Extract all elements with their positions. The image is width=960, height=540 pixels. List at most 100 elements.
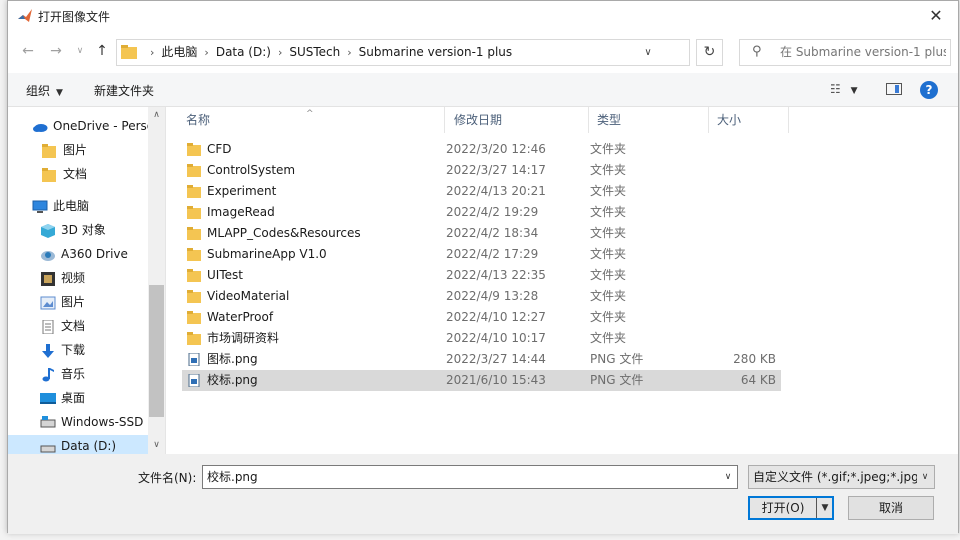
file-row[interactable]: 市场调研资料 2022/4/10 10:17 文件夹	[182, 328, 781, 349]
dialog-title: 打开图像文件	[38, 10, 111, 24]
file-date: 2021/6/10 15:43	[446, 373, 546, 387]
file-row[interactable]: 图标.png 2022/3/27 14:44 PNG 文件 280 KB	[182, 349, 781, 370]
drive-icon	[40, 445, 56, 452]
sidebar-scrollbar[interactable]: ∧ ∨	[148, 107, 165, 454]
sidebar-item-label: Data (D:)	[61, 439, 117, 453]
filename-field[interactable]: 校标.png ∨	[202, 465, 738, 489]
close-button[interactable]: ✕	[918, 3, 954, 29]
back-button[interactable]: ←	[18, 41, 38, 61]
sidebar-item-label: 下载	[61, 343, 86, 357]
sidebar-item-music[interactable]: 音乐	[40, 363, 85, 385]
scrollbar-thumb[interactable]	[149, 285, 164, 417]
chevron-right-icon: ›	[277, 46, 283, 59]
organize-menu[interactable]: 组织 ▼	[26, 82, 63, 99]
column-header-type[interactable]: 类型	[589, 107, 709, 133]
column-header-size[interactable]: 大小	[709, 107, 789, 133]
caret-down-icon: ▼	[850, 86, 858, 96]
sidebar-item-data-drive[interactable]: Data (D:)	[8, 435, 148, 454]
caret-down-icon: ▼	[56, 88, 63, 98]
preview-pane-button[interactable]	[886, 83, 902, 95]
sidebar-item-windows-ssd[interactable]: Windows-SSD	[40, 411, 143, 433]
folder-icon	[187, 227, 201, 240]
column-header-date[interactable]: 修改日期	[445, 107, 589, 133]
file-name: ImageRead	[207, 205, 275, 219]
matlab-icon	[18, 9, 32, 22]
chevron-right-icon: ›	[150, 46, 155, 59]
file-row[interactable]: 校标.png 2021/6/10 15:43 PNG 文件 64 KB	[182, 370, 781, 391]
sidebar-item-label: 3D 对象	[61, 223, 106, 237]
folder-icon	[187, 164, 201, 177]
file-type: 文件夹	[590, 247, 627, 261]
open-button[interactable]: 打开(O) ▼	[748, 496, 834, 520]
new-folder-button[interactable]: 新建文件夹	[94, 82, 154, 99]
file-row[interactable]: UITest 2022/4/13 22:35 文件夹	[182, 265, 781, 286]
cloud-icon	[33, 123, 48, 132]
sidebar-item-label: 音乐	[61, 367, 86, 381]
file-date: 2022/4/10 12:27	[446, 310, 546, 324]
navigation-pane: OneDrive - Personal 图片 文档 此电脑 3D 对象 A360…	[8, 107, 165, 454]
file-row[interactable]: ControlSystem 2022/3/27 14:17 文件夹	[182, 160, 781, 181]
folder-icon	[42, 143, 56, 158]
sidebar-item-videos[interactable]: 视频	[40, 267, 85, 289]
scroll-down-icon[interactable]: ∨	[148, 437, 165, 453]
folder-icon	[42, 167, 56, 182]
sidebar-item-this-pc[interactable]: 此电脑	[32, 195, 89, 217]
sidebar-item-desktop[interactable]: 桌面	[40, 387, 85, 409]
sidebar-item-onedrive-documents[interactable]: 文档	[42, 163, 87, 185]
breadcrumb-sustech[interactable]: SUSTech	[289, 40, 340, 65]
file-name: 市场调研资料	[207, 331, 280, 345]
sidebar-item-onedrive[interactable]: OneDrive - Personal	[32, 115, 165, 137]
file-row[interactable]: Experiment 2022/4/13 20:21 文件夹	[182, 181, 781, 202]
file-row[interactable]: SubmarineApp V1.0 2022/4/2 17:29 文件夹	[182, 244, 781, 265]
png-file-icon	[188, 374, 200, 387]
sidebar-item-a360-drive[interactable]: A360 Drive	[40, 243, 128, 265]
column-header-name[interactable]: ^ 名称	[166, 107, 445, 133]
file-name: UITest	[207, 268, 243, 282]
sidebar-item-label: 此电脑	[53, 199, 90, 213]
scroll-up-icon[interactable]: ∧	[148, 107, 165, 123]
file-row[interactable]: MLAPP_Codes&Resources 2022/4/2 18:34 文件夹	[182, 223, 781, 244]
file-row[interactable]: VideoMaterial 2022/4/9 13:28 文件夹	[182, 286, 781, 307]
column-header-label: 名称	[186, 113, 211, 127]
computer-icon	[32, 200, 48, 213]
cancel-button[interactable]: 取消	[848, 496, 934, 520]
file-type-filter[interactable]: 自定义文件 (*.gif;*.jpeg;*.jpg;*.png) ∨	[748, 465, 935, 489]
breadcrumb-this-pc[interactable]: 此电脑	[161, 40, 197, 65]
file-type: 文件夹	[590, 310, 627, 324]
search-input[interactable]: 在 Submarine version-1 plus 中搜索	[780, 40, 946, 65]
breadcrumb-data-drive[interactable]: Data (D:)	[216, 40, 271, 65]
file-date: 2022/4/2 18:34	[446, 226, 539, 240]
sidebar-item-onedrive-pictures[interactable]: 图片	[42, 139, 87, 161]
file-row[interactable]: CFD 2022/3/20 12:46 文件夹	[182, 139, 781, 160]
chevron-down-icon: ∨	[76, 46, 84, 56]
breadcrumb-submarine[interactable]: Submarine version-1 plus	[359, 40, 513, 65]
sidebar-item-downloads[interactable]: 下载	[40, 339, 85, 361]
address-history-dropdown[interactable]: ∨	[637, 40, 659, 65]
title-bar: 打开图像文件 ✕	[8, 1, 958, 31]
address-bar[interactable]: › 此电脑 › Data (D:) › SUSTech › Submarine version…	[116, 39, 690, 66]
music-icon	[42, 367, 54, 381]
refresh-button[interactable]: ↻	[696, 39, 723, 66]
file-date: 2022/4/2 17:29	[446, 247, 539, 261]
chevron-down-icon[interactable]: ∨	[719, 466, 737, 488]
sidebar-item-pictures[interactable]: 图片	[40, 291, 85, 313]
file-row[interactable]: ImageRead 2022/4/2 19:29 文件夹	[182, 202, 781, 223]
caret-down-icon[interactable]: ▼	[818, 498, 832, 518]
forward-button[interactable]: →	[46, 41, 66, 61]
up-button[interactable]: ↑	[92, 41, 112, 61]
sidebar-item-documents[interactable]: 文档	[40, 315, 85, 337]
folder-icon	[187, 332, 201, 345]
folder-icon	[187, 143, 201, 156]
filename-value[interactable]: 校标.png	[207, 466, 258, 488]
view-options-button[interactable]: ☷ ▼	[830, 82, 858, 96]
file-row[interactable]: WaterProof 2022/4/10 12:27 文件夹	[182, 307, 781, 328]
documents-icon	[42, 319, 54, 334]
recent-locations-button[interactable]: ∨	[70, 41, 90, 61]
help-icon[interactable]: ?	[920, 81, 938, 99]
sidebar-item-3d-objects[interactable]: 3D 对象	[40, 219, 106, 241]
file-date: 2022/4/13 20:21	[446, 184, 546, 198]
breadcrumb: › 此电脑 › Data (D:) › SUSTech › Submarine version…	[143, 40, 512, 65]
search-box[interactable]: ⚲ 在 Submarine version-1 plus 中搜索	[739, 39, 951, 66]
sort-ascending-icon: ^	[306, 109, 314, 119]
sidebar-item-label: A360 Drive	[61, 247, 128, 261]
